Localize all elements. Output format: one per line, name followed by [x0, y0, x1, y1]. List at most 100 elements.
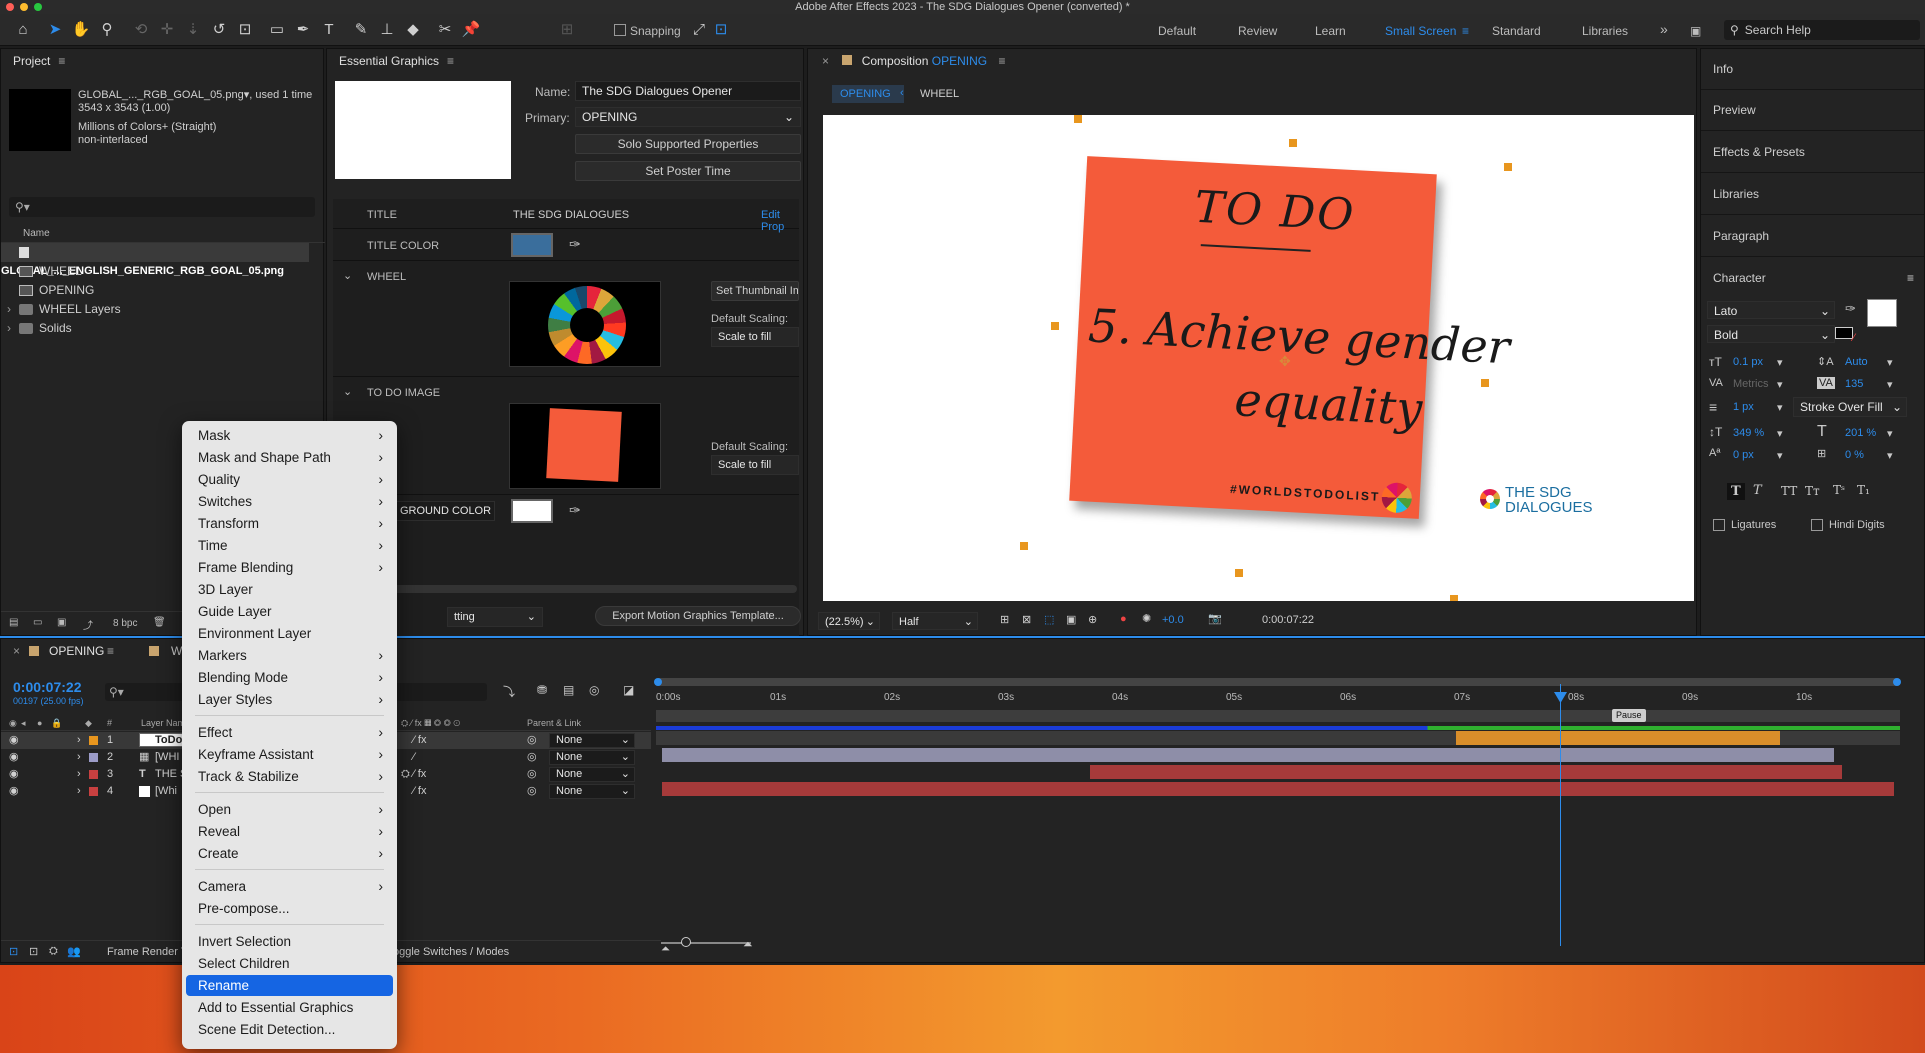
- orbit-tool-icon[interactable]: ⟲: [130, 20, 152, 40]
- menu-item-environment-layer[interactable]: Environment Layer: [186, 623, 393, 644]
- close-tab-icon[interactable]: ×: [13, 639, 20, 663]
- comp-marker-pause[interactable]: Pause: [1612, 709, 1646, 722]
- layer-handle[interactable]: [1020, 542, 1028, 550]
- layer-handle[interactable]: [1235, 569, 1243, 577]
- layer-color-swatch[interactable]: [89, 753, 98, 762]
- panel-menu-icon[interactable]: ≡: [1907, 258, 1914, 299]
- solo-supported-properties-button[interactable]: Solo Supported Properties: [575, 134, 801, 154]
- menu-item-keyframe-assistant[interactable]: Keyframe Assistant ›: [186, 744, 393, 765]
- zoom-in-icon[interactable]: ⏶: [743, 937, 753, 952]
- marker-track[interactable]: [656, 710, 1900, 722]
- disclosure-triangle-icon[interactable]: ›: [77, 732, 81, 749]
- eyedropper-icon[interactable]: ✑: [1845, 301, 1856, 317]
- layer-switches-pane-icon[interactable]: ⊡: [9, 945, 18, 958]
- eyedropper-icon[interactable]: ✑: [569, 236, 581, 253]
- timeline-tab-wheel[interactable]: W: [171, 639, 182, 663]
- layer-switches[interactable]: ⁄: [413, 749, 415, 766]
- effects-presets-panel-tab[interactable]: Effects & Presets: [1701, 132, 1924, 173]
- chevron-down-icon[interactable]: ▾: [1777, 378, 1783, 391]
- work-area-start-handle[interactable]: [654, 678, 662, 686]
- menu-item-layer-styles[interactable]: Layer Styles ›: [186, 689, 393, 710]
- brush-tool-icon[interactable]: ✎: [350, 20, 372, 40]
- anchor-point-icon[interactable]: ✥: [1279, 353, 1291, 370]
- workspace-panel-icon[interactable]: ▣: [1690, 24, 1701, 38]
- workspace-standard[interactable]: Standard: [1492, 24, 1541, 38]
- breadcrumb-wheel[interactable]: WHEEL: [920, 88, 959, 100]
- menu-item-add-to-essential-graphics[interactable]: Add to Essential Graphics: [186, 997, 393, 1018]
- stroke-mode-select[interactable]: Stroke Over Fill ⌄: [1793, 397, 1907, 417]
- menu-item-switches[interactable]: Switches ›: [186, 491, 393, 512]
- roto-brush-tool-icon[interactable]: ✂: [434, 20, 456, 40]
- close-tab-icon[interactable]: ×: [822, 54, 829, 68]
- interpret-footage-icon[interactable]: ▤: [9, 617, 18, 628]
- stroke-width-value[interactable]: 1 px: [1733, 401, 1754, 413]
- panel-menu-icon[interactable]: ≡: [447, 54, 454, 68]
- small-caps-button[interactable]: Tᴛ: [1805, 484, 1820, 498]
- new-comp-icon[interactable]: ▣: [57, 617, 66, 628]
- menu-item-effect[interactable]: Effect ›: [186, 722, 393, 743]
- subscript-button[interactable]: T₁: [1857, 483, 1870, 497]
- motion-blur-icon[interactable]: ◎: [589, 683, 599, 697]
- layer-4-duration-bar[interactable]: [662, 782, 1894, 796]
- layer-1-duration-bar[interactable]: [1456, 731, 1780, 745]
- chevron-down-icon[interactable]: ▾: [1777, 427, 1783, 440]
- preview-panel-tab[interactable]: Preview: [1701, 90, 1924, 131]
- dolly-tool-icon[interactable]: ⇣: [182, 20, 204, 40]
- chevron-down-icon[interactable]: ▾: [1777, 356, 1783, 369]
- clone-stamp-tool-icon[interactable]: ⊥: [376, 20, 398, 40]
- parent-select[interactable]: None ⌄: [549, 784, 635, 799]
- menu-item-frame-blending[interactable]: Frame Blending ›: [186, 557, 393, 578]
- graph-editor-icon[interactable]: ◪: [623, 683, 634, 697]
- disclosure-triangle-icon[interactable]: ›: [7, 300, 11, 319]
- menu-item-blending-mode[interactable]: Blending Mode ›: [186, 667, 393, 688]
- parent-link-header[interactable]: Parent & Link: [527, 715, 581, 731]
- axis-mode-icon[interactable]: ⊞: [556, 20, 578, 40]
- minimize-window-button[interactable]: [20, 3, 28, 11]
- draft-3d-icon[interactable]: ⛃: [537, 683, 547, 697]
- workspace-review[interactable]: Review: [1238, 24, 1277, 38]
- tracking-value[interactable]: 135: [1845, 378, 1863, 390]
- color-management-icon[interactable]: ✺: [1142, 612, 1151, 625]
- paragraph-panel-tab[interactable]: Paragraph: [1701, 216, 1924, 257]
- panel-menu-icon[interactable]: ≡: [58, 54, 65, 68]
- layer-handle[interactable]: [1504, 163, 1512, 171]
- workspace-menu-icon[interactable]: ≡: [1462, 24, 1469, 38]
- chevron-down-icon[interactable]: ▾: [1887, 449, 1893, 462]
- zoom-slider-thumb[interactable]: [681, 937, 691, 947]
- workspace-learn[interactable]: Learn: [1315, 24, 1346, 38]
- no-fill-swatch[interactable]: [1835, 327, 1853, 339]
- snapping-checkbox[interactable]: [614, 24, 626, 36]
- region-of-interest-icon[interactable]: ⬚: [1044, 613, 1054, 626]
- exposure-value[interactable]: +0.0: [1162, 614, 1184, 626]
- name-column-header[interactable]: Name: [23, 228, 50, 239]
- snap-icon[interactable]: ⤢: [688, 20, 710, 40]
- menu-item-select-children[interactable]: Select Children: [186, 953, 393, 974]
- layer-2-duration-bar[interactable]: [662, 748, 1834, 762]
- hand-tool-icon[interactable]: ✋: [70, 20, 92, 40]
- type-tool-icon[interactable]: T: [318, 20, 340, 40]
- audio-switch-icon[interactable]: ◂: [21, 715, 26, 731]
- project-item-opening[interactable]: OPENING: [1, 281, 94, 300]
- menu-item-camera[interactable]: Camera ›: [186, 876, 393, 897]
- menu-item-3d-layer[interactable]: 3D Layer: [186, 579, 393, 600]
- title-property-value[interactable]: THE SDG DIALOGUES: [513, 209, 629, 221]
- pickwhip-icon[interactable]: ◎: [527, 732, 537, 749]
- workspace-default[interactable]: Default: [1158, 24, 1196, 38]
- vertical-scale-value[interactable]: 349 %: [1733, 427, 1764, 439]
- bit-depth-button[interactable]: 8 bpc: [113, 618, 137, 629]
- eg-horizontal-scrollbar[interactable]: [393, 585, 797, 593]
- menu-item-create[interactable]: Create ›: [186, 843, 393, 864]
- mask-visibility-icon[interactable]: ▣: [1066, 613, 1076, 626]
- search-help-field[interactable]: ⚲ Search Help: [1724, 20, 1920, 40]
- resolution-select[interactable]: Half ⌄: [892, 612, 978, 630]
- eyedropper-icon[interactable]: ✑: [569, 502, 581, 519]
- libraries-panel-tab[interactable]: Libraries: [1701, 174, 1924, 215]
- font-style-select[interactable]: Bold ⌄: [1707, 325, 1835, 343]
- pan-behind-tool-icon[interactable]: ⊡: [234, 20, 256, 40]
- menu-item-time[interactable]: Time ›: [186, 535, 393, 556]
- video-switch-icon[interactable]: ◉: [9, 715, 17, 731]
- layer-name[interactable]: [WHI: [155, 749, 179, 766]
- hindi-digits-checkbox[interactable]: [1811, 519, 1823, 531]
- todo-image-thumbnail[interactable]: [509, 403, 661, 489]
- comp-mini-flowchart-icon[interactable]: ⤵: [503, 683, 515, 700]
